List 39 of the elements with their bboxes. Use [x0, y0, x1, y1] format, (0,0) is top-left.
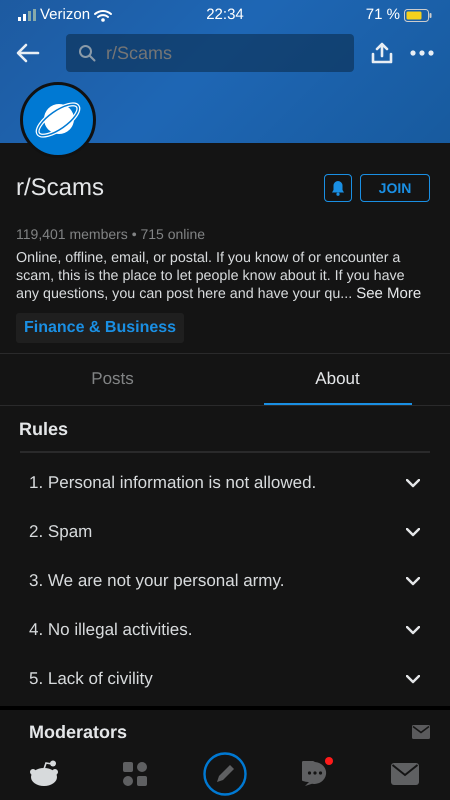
section-heading: Moderators	[29, 720, 128, 744]
chevron-down-icon	[406, 528, 420, 536]
member-stats: 119,401 members • 715 online	[16, 225, 206, 244]
rule-item[interactable]: 3. We are not your personal army.	[0, 556, 450, 606]
chevron-down-icon	[406, 626, 420, 634]
notification-button[interactable]	[324, 174, 352, 202]
chevron-down-icon	[406, 478, 420, 488]
tab[interactable]: Posts	[38, 354, 186, 404]
alien-head-icon[interactable]	[29, 760, 61, 788]
topic-tag[interactable]: Finance & Business	[16, 313, 184, 343]
clock-time: 22:34	[205, 4, 245, 25]
envelope-icon[interactable]	[391, 763, 419, 785]
grid-shapes-icon[interactable]	[123, 762, 147, 786]
battery-icon	[404, 8, 432, 22]
rule-item[interactable]: 5. Lack of civility	[0, 654, 450, 704]
join-button[interactable]: JOIN	[360, 174, 430, 202]
search-field[interactable]: r/Scams	[66, 34, 354, 72]
rule-item[interactable]: 1. Personal information is not allowed.	[0, 458, 450, 508]
search-icon	[78, 44, 96, 62]
community-description: Online, offline, email, or postal. If you know of or encounter a scam, this is the place to let people know about it. If you have any questions, you can post here and have your qu... See More	[16, 249, 422, 303]
bell-icon	[331, 180, 345, 196]
back-arrow-icon[interactable]	[16, 43, 40, 63]
chevron-down-icon	[406, 576, 420, 586]
carrier-name: Verizon	[40, 4, 90, 25]
community-name: r/Scams	[16, 173, 104, 203]
chevron-down-icon	[406, 674, 420, 684]
mail-icon[interactable]	[412, 725, 430, 739]
rule-item[interactable]: 2. Spam	[0, 508, 450, 556]
rule-item[interactable]: 4. No illegal activities.	[0, 606, 450, 654]
see-more-link[interactable]: See More	[356, 285, 422, 302]
tab[interactable]: About	[264, 354, 412, 404]
pencil-icon[interactable]	[203, 752, 247, 796]
battery-percentage: 71 %	[366, 4, 400, 25]
signal-icon	[18, 9, 36, 21]
share-icon[interactable]	[370, 41, 394, 65]
section-heading: Rules	[19, 418, 70, 440]
more-options-icon[interactable]	[410, 49, 434, 57]
wifi-icon	[94, 8, 112, 22]
chat-bubble-icon[interactable]	[302, 761, 328, 787]
